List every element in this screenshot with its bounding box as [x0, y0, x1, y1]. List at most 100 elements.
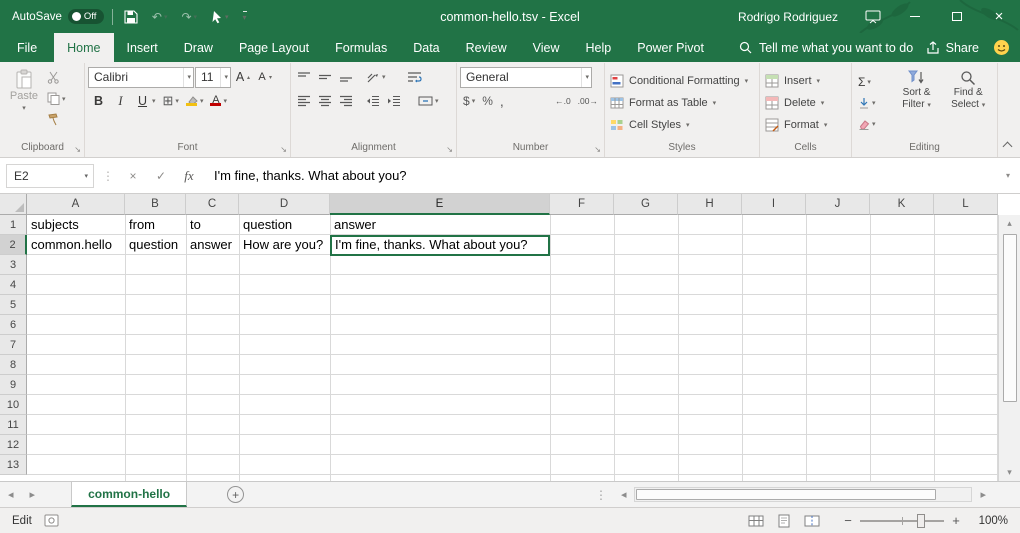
save-button[interactable] [121, 5, 141, 29]
tab-draw[interactable]: Draw [171, 33, 226, 62]
tab-help[interactable]: Help [573, 33, 625, 62]
user-name[interactable]: Rodrigo Rodriguez [738, 10, 838, 24]
row-header-11[interactable]: 11 [0, 415, 27, 435]
autosum-button[interactable]: Σ ▾ [855, 72, 891, 93]
insert-function-button[interactable]: fx [178, 165, 200, 187]
cell-c1[interactable]: to [186, 215, 239, 235]
percent-style-button[interactable]: % [479, 91, 496, 112]
cell-b1[interactable]: from [125, 215, 186, 235]
format-as-table-button[interactable]: Format as Table ▾ [608, 92, 756, 114]
row-header-7[interactable]: 7 [0, 335, 27, 355]
grid-cells-area[interactable]: subjects from to question answer common.… [27, 215, 998, 481]
scroll-down-icon[interactable]: ▾ [999, 464, 1020, 481]
column-header-i[interactable]: I [742, 194, 806, 215]
row-header-9[interactable]: 9 [0, 375, 27, 395]
tab-review[interactable]: Review [453, 33, 520, 62]
ribbon-display-options-button[interactable] [852, 0, 894, 33]
alignment-dialog-launcher-icon[interactable]: ↘ [446, 146, 453, 154]
delete-cells-button[interactable]: Delete ▾ [763, 92, 848, 114]
tab-power-pivot[interactable]: Power Pivot [624, 33, 717, 62]
increase-decimal-button[interactable]: ←.0 [552, 91, 574, 112]
column-header-h[interactable]: H [678, 194, 742, 215]
row-header-1[interactable]: 1 [0, 215, 27, 235]
format-cells-button[interactable]: Format ▾ [763, 114, 848, 136]
tab-view[interactable]: View [520, 33, 573, 62]
collapse-ribbon-icon[interactable] [1003, 142, 1013, 152]
zoom-in-button[interactable]: + [950, 513, 962, 528]
cell-a2[interactable]: common.hello [27, 235, 125, 255]
zoom-level[interactable]: 100% [974, 515, 1008, 527]
align-left-button[interactable] [294, 91, 314, 112]
bold-button[interactable]: B [88, 91, 109, 112]
sheet-nav-right-icon[interactable]: ▸ [22, 488, 44, 501]
tab-home[interactable]: Home [54, 33, 113, 62]
cell-e2-selected[interactable]: I'm fine, thanks. What about you? [330, 235, 550, 256]
middle-align-button[interactable] [315, 67, 335, 88]
comma-style-button[interactable]: , [497, 91, 507, 112]
horizontal-scrollbar-thumb[interactable] [636, 489, 936, 500]
row-header-8[interactable]: 8 [0, 355, 27, 375]
autosave-toggle[interactable]: AutoSave Off [12, 9, 104, 24]
column-header-f[interactable]: F [550, 194, 614, 215]
new-sheet-button[interactable]: + [227, 486, 244, 503]
name-box[interactable]: E2 ▾ [6, 164, 94, 188]
cancel-entry-button[interactable]: × [122, 165, 144, 187]
close-button[interactable]: × [978, 0, 1020, 33]
sheet-tab-common-hello[interactable]: common-hello [71, 482, 187, 507]
sheet-nav-left-icon[interactable]: ◂ [0, 488, 22, 501]
increase-font-size-button[interactable]: A ▴ [232, 67, 253, 88]
column-header-b[interactable]: B [125, 194, 186, 215]
row-header-13[interactable]: 13 [0, 455, 27, 475]
top-align-button[interactable] [294, 67, 314, 88]
number-format-combo[interactable]: General ▾ [460, 67, 592, 88]
align-right-button[interactable] [336, 91, 356, 112]
customize-qat-button[interactable]: ▾ [240, 5, 250, 29]
fill-color-button[interactable]: ▾ [183, 91, 207, 112]
column-header-j[interactable]: J [806, 194, 870, 215]
decrease-decimal-button[interactable]: .00→ [575, 91, 601, 112]
redo-button[interactable]: ↷ ▾ [178, 5, 200, 29]
expand-formula-bar-icon[interactable]: ▾ [1006, 171, 1014, 180]
tab-formulas[interactable]: Formulas [322, 33, 400, 62]
italic-button[interactable]: I [110, 91, 131, 112]
row-header-4[interactable]: 4 [0, 275, 27, 295]
decrease-indent-button[interactable] [363, 91, 383, 112]
touch-mouse-mode-button[interactable]: ▾ [208, 5, 232, 29]
zoom-out-button[interactable]: − [842, 513, 854, 528]
tab-data[interactable]: Data [400, 33, 452, 62]
bottom-align-button[interactable] [336, 67, 356, 88]
tell-me-box[interactable]: Tell me what you want to do [739, 33, 913, 62]
fill-button[interactable]: ▾ [855, 93, 891, 114]
row-header-12[interactable]: 12 [0, 435, 27, 455]
vertical-scrollbar-thumb[interactable] [1003, 234, 1017, 402]
clear-button[interactable]: ▾ [855, 114, 891, 135]
page-layout-view-button[interactable] [772, 511, 796, 531]
wrap-text-button[interactable] [404, 67, 425, 88]
paste-button[interactable]: Paste ▾ [4, 65, 44, 141]
zoom-slider-thumb[interactable] [917, 514, 925, 528]
column-header-g[interactable]: G [614, 194, 678, 215]
column-header-c[interactable]: C [186, 194, 239, 215]
tab-insert[interactable]: Insert [114, 33, 171, 62]
formula-bar-input[interactable]: I'm fine, thanks. What about you? [206, 168, 1000, 183]
row-header-6[interactable]: 6 [0, 315, 27, 335]
hscroll-left-icon[interactable]: ◂ [613, 488, 635, 501]
share-button[interactable]: Share [926, 41, 979, 55]
row-header-2-selected[interactable]: 2 [0, 235, 27, 255]
vertical-scrollbar[interactable]: ▴ ▾ [998, 215, 1020, 481]
format-painter-button[interactable] [44, 109, 69, 130]
font-size-combo[interactable]: 11 ▾ [195, 67, 231, 88]
row-header-5[interactable]: 5 [0, 295, 27, 315]
tab-file[interactable]: File [0, 33, 54, 62]
horizontal-scrollbar[interactable] [634, 487, 972, 502]
column-header-e-selected[interactable]: E [330, 194, 550, 215]
cut-button[interactable] [44, 67, 69, 88]
column-header-a[interactable]: A [27, 194, 125, 215]
cell-b2[interactable]: question [125, 235, 186, 255]
tab-page-layout[interactable]: Page Layout [226, 33, 322, 62]
underline-button[interactable]: U ▾ [132, 91, 159, 112]
cell-d2[interactable]: How are you? [239, 235, 330, 255]
merge-center-button[interactable]: ▾ [415, 91, 442, 112]
insert-cells-button[interactable]: Insert ▾ [763, 70, 848, 92]
select-all-corner[interactable] [0, 194, 27, 215]
